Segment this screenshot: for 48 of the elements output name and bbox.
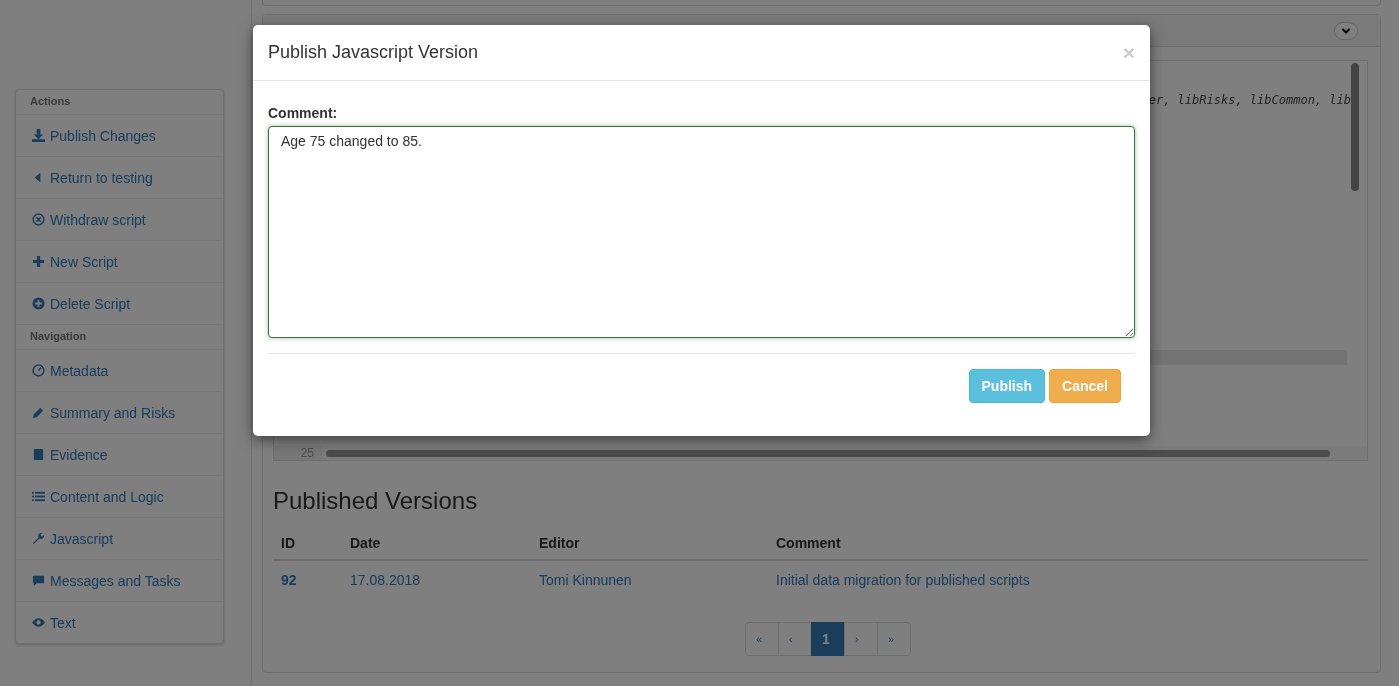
sidebar-item[interactable]: Metadata (16, 350, 223, 392)
page-button[interactable]: « (745, 622, 779, 656)
section-title: Published Versions (273, 487, 479, 515)
sidebar-item[interactable]: Summary and Risks (16, 392, 223, 434)
publish-button[interactable]: Publish (968, 369, 1046, 403)
cancel-button[interactable]: Cancel (1049, 369, 1121, 403)
column-header: Comment (768, 527, 1368, 560)
sidebar-item[interactable]: Publish Changes (16, 115, 223, 157)
circle-cross-icon (32, 297, 45, 310)
plus-icon (32, 255, 45, 268)
collapse-button[interactable] (1334, 21, 1358, 40)
column-header: Date (342, 527, 531, 560)
dialog-title: Publish Javascript Version (268, 42, 479, 63)
circle-x-icon (32, 213, 45, 226)
editor-link[interactable]: Tomi Kinnunen (539, 571, 632, 588)
version-link[interactable]: 92 (281, 571, 297, 588)
speech-bubble-icon (32, 574, 45, 587)
download-icon (32, 129, 45, 142)
page-button[interactable]: 1 (811, 622, 845, 656)
book-icon (32, 448, 45, 461)
sidebar-item[interactable]: New Script (16, 241, 223, 283)
sidebar-item[interactable]: Messages and Tasks (16, 560, 223, 602)
scrollbar[interactable] (1351, 63, 1359, 191)
sidebar-item[interactable]: Delete Script (16, 283, 223, 325)
list-icon (32, 490, 45, 503)
sidebar-item[interactable]: Evidence (16, 434, 223, 476)
page-button[interactable]: › (844, 622, 878, 656)
comment-field[interactable]: Age 75 changed to 85. (268, 126, 1135, 338)
column-header: Editor (531, 527, 768, 560)
sidebar-item[interactable]: Content and Logic (16, 476, 223, 518)
sidebar-heading: Actions (16, 90, 223, 115)
eye-icon (32, 616, 45, 629)
dashboard-icon (32, 364, 45, 377)
pencil-icon (32, 406, 45, 419)
sidebar-item[interactable]: Javascript (16, 518, 223, 560)
page-button[interactable]: ‹ (778, 622, 812, 656)
page-button[interactable]: » (877, 622, 911, 656)
date-link[interactable]: 17.08.2018 (350, 571, 421, 588)
scrollbar[interactable] (326, 449, 1330, 457)
wrench-icon (32, 532, 45, 545)
sidebar-item[interactable]: Withdraw script (16, 199, 223, 241)
sidebar-item[interactable]: Text (16, 602, 223, 643)
comment-link[interactable]: Initial data migration for published scripts (776, 571, 1030, 588)
sidebar-heading: Navigation (16, 325, 223, 350)
column-header: ID (273, 527, 342, 560)
field-label: Comment: (268, 105, 339, 121)
sidebar-item[interactable]: Return to testing (16, 157, 223, 199)
close-button[interactable]: × (1122, 42, 1135, 63)
